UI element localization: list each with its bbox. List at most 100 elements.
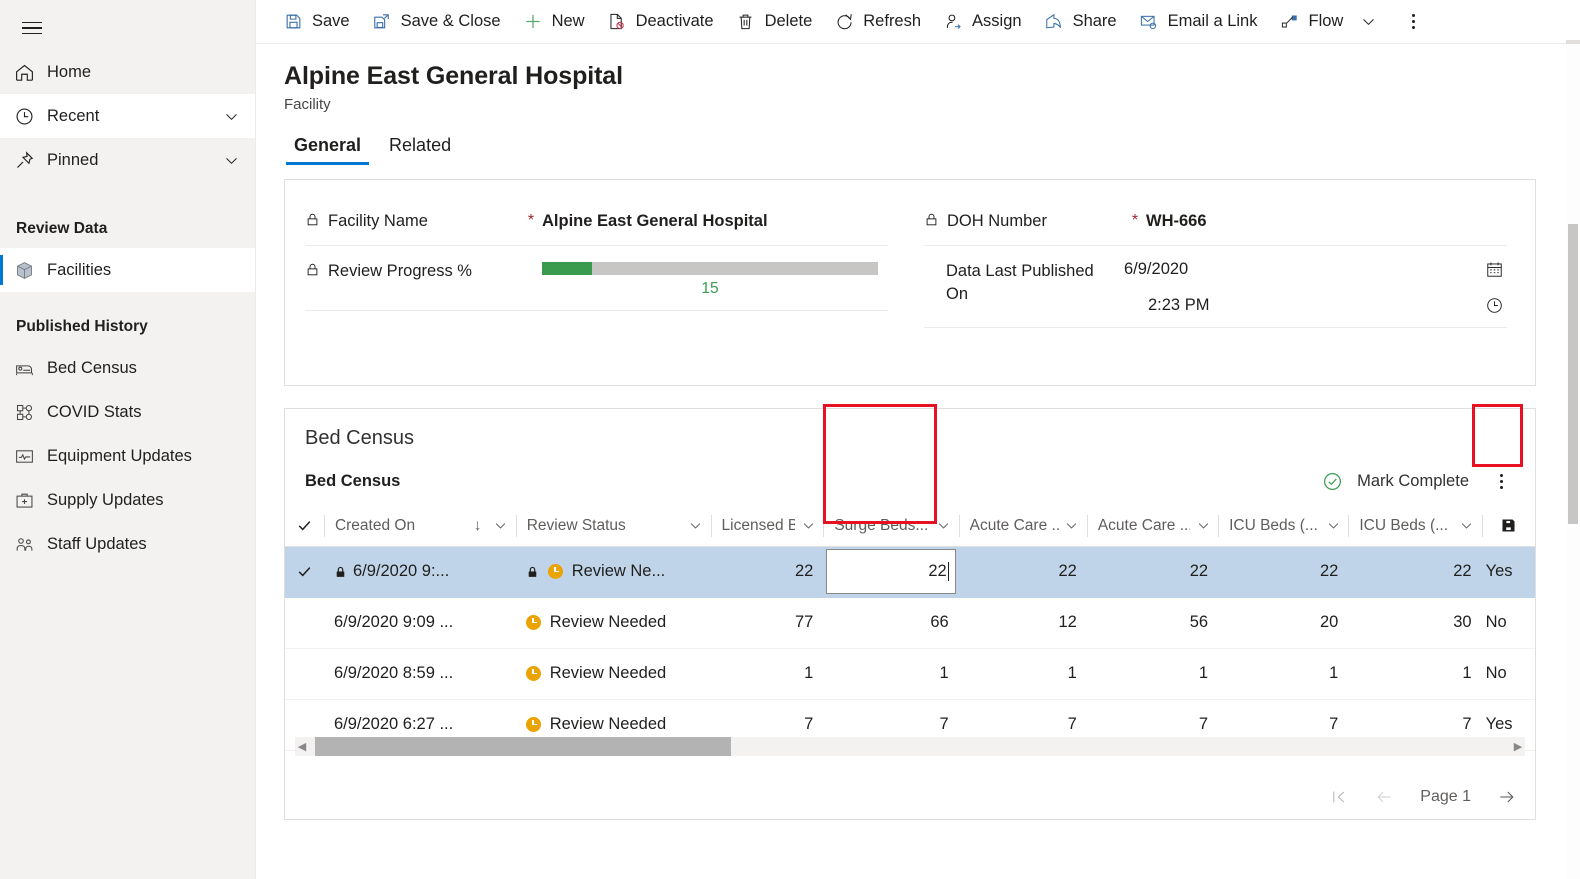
deactivate-button[interactable]: Deactivate [596, 2, 725, 42]
cell-icu-beds-1[interactable]: 1 [1218, 648, 1349, 700]
save-button[interactable]: Save [272, 2, 361, 42]
sidebar-item-covid-stats[interactable]: COVID Stats [0, 390, 255, 434]
cell-icu-beds-2[interactable]: 1 [1348, 648, 1482, 700]
cell-surge-beds-editing[interactable]: 22 [823, 546, 959, 598]
cell-licensed-beds[interactable]: 77 [710, 597, 824, 649]
column-header-review-status[interactable]: Review Status [515, 506, 711, 547]
row-select-check[interactable] [285, 648, 324, 700]
published-date-row: 6/9/2020 [1124, 260, 1507, 279]
horizontal-scroll-track[interactable] [309, 737, 1511, 756]
save-floppy-icon[interactable] [1481, 514, 1535, 537]
calendar-icon[interactable] [1481, 260, 1507, 279]
cell-surge-beds[interactable]: 1 [823, 648, 959, 700]
column-header-save-cell[interactable] [1481, 506, 1535, 547]
horizontal-scrollbar[interactable]: ◀ ▶ [295, 737, 1525, 756]
cell-review-status[interactable]: Review Needed [515, 648, 711, 700]
cell-created-on[interactable]: 6/9/2020 9:09 ... [323, 597, 516, 649]
column-header-icu-beds-1[interactable]: ICU Beds (... [1218, 506, 1349, 547]
doh-number-value[interactable]: WH-666 [1146, 210, 1507, 232]
clock-icon[interactable] [1481, 296, 1507, 315]
cell-licensed-beds[interactable]: 1 [710, 648, 824, 700]
mark-complete-button[interactable]: Mark Complete [1322, 471, 1469, 492]
chevron-down-icon[interactable] [1063, 518, 1081, 533]
sidebar-item-bed-census[interactable]: Bed Census [0, 346, 255, 390]
tab-related[interactable]: Related [379, 131, 461, 165]
row-select-check-icon[interactable] [285, 546, 324, 598]
chevron-down-icon[interactable] [492, 518, 510, 533]
chevron-down-icon[interactable] [935, 518, 953, 533]
cell-acute-care-2[interactable]: 22 [1086, 546, 1219, 598]
cell-acute-care-1[interactable]: 12 [958, 597, 1087, 649]
table-row[interactable]: 6/9/2020 9:... Review Ne... 22 22 22 22 … [285, 546, 1535, 598]
horizontal-scroll-thumb[interactable] [315, 737, 731, 756]
cell-acute-care-2[interactable]: 1 [1086, 648, 1219, 700]
cell-acute-care-2[interactable]: 56 [1086, 597, 1219, 649]
column-header-icu-beds-2[interactable]: ICU Beds (... [1348, 506, 1482, 547]
column-header-surge-beds[interactable]: Surge Beds... [823, 506, 959, 547]
page-prev-icon[interactable] [1374, 787, 1394, 807]
chevron-down-icon[interactable] [1194, 518, 1212, 533]
column-header-licensed-beds[interactable]: Licensed B... [710, 506, 824, 547]
delete-button[interactable]: Delete [725, 2, 824, 42]
sidebar-item-facilities[interactable]: Facilities [0, 248, 255, 292]
sidebar-item-supply-updates[interactable]: Supply Updates [0, 478, 255, 522]
page-first-icon[interactable] [1328, 787, 1348, 807]
page-next-icon[interactable] [1497, 787, 1517, 807]
hamburger-icon[interactable] [8, 6, 56, 50]
cell-review-status[interactable]: Review Ne... [515, 546, 711, 598]
surge-beds-input[interactable]: 22 [826, 549, 956, 594]
chevron-down-icon[interactable] [687, 518, 705, 533]
chevron-down-icon[interactable] [799, 518, 817, 533]
vertical-scrollbar[interactable] [1566, 44, 1580, 879]
cell-icu-beds-2[interactable]: 22 [1348, 546, 1482, 598]
assign-button[interactable]: Assign [932, 2, 1033, 42]
chevron-down-icon[interactable] [1458, 518, 1476, 533]
sidebar-item-equipment-updates[interactable]: Equipment Updates [0, 434, 255, 478]
cell-icu-beds-1[interactable]: 20 [1218, 597, 1349, 649]
column-header-acute-care-2[interactable]: Acute Care ... [1086, 506, 1219, 547]
column-header-created-on[interactable]: Created On ↓ [323, 506, 516, 547]
overflow-more-icon[interactable] [1397, 2, 1429, 42]
command-bar: Save Save & Close New Deactivate Delete … [256, 0, 1580, 44]
cell-trailing-flag[interactable]: No [1481, 648, 1535, 700]
table-row[interactable]: 6/9/2020 9:09 ... Review Needed 77 66 12… [285, 597, 1535, 649]
published-time-value[interactable]: 2:23 PM [1124, 296, 1209, 315]
cell-surge-beds[interactable]: 66 [823, 597, 959, 649]
tab-general[interactable]: General [284, 131, 371, 165]
table-row[interactable]: 6/9/2020 8:59 ... Review Needed 1 1 1 1 [285, 648, 1535, 700]
select-all-check-icon[interactable] [285, 515, 324, 537]
scroll-right-arrow-icon[interactable]: ▶ [1511, 740, 1525, 753]
cell-licensed-beds[interactable]: 22 [710, 546, 824, 598]
cell-acute-care-1[interactable]: 1 [958, 648, 1087, 700]
cell-created-on[interactable]: 6/9/2020 8:59 ... [323, 648, 516, 700]
row-select-check[interactable] [285, 597, 324, 649]
share-button[interactable]: Share [1033, 2, 1128, 42]
vertical-scroll-thumb[interactable] [1568, 224, 1578, 524]
column-header-acute-care-1[interactable]: Acute Care ... [958, 506, 1087, 547]
chevron-down-icon[interactable] [1324, 518, 1342, 533]
flow-chevron-down-icon[interactable] [1354, 13, 1383, 30]
chevron-down-icon[interactable] [219, 108, 243, 125]
facility-name-value[interactable]: Alpine East General Hospital [542, 210, 888, 232]
cell-icu-beds-1[interactable]: 22 [1218, 546, 1349, 598]
cell-icu-beds-2[interactable]: 30 [1348, 597, 1482, 649]
subgrid-more-icon[interactable] [1487, 473, 1515, 489]
cell-trailing-flag[interactable]: No [1481, 597, 1535, 649]
scroll-left-arrow-icon[interactable]: ◀ [295, 740, 309, 753]
refresh-button[interactable]: Refresh [823, 2, 932, 42]
chevron-down-icon[interactable] [219, 152, 243, 169]
sidebar-item-home[interactable]: Home [0, 50, 255, 94]
save-and-close-button[interactable]: Save & Close [361, 2, 512, 42]
sidebar-item-staff-updates[interactable]: Staff Updates [0, 522, 255, 566]
sidebar-item-pinned[interactable]: Pinned [0, 138, 255, 182]
column-header-select-all[interactable] [285, 506, 324, 547]
cell-acute-care-1[interactable]: 22 [958, 546, 1087, 598]
published-date-value[interactable]: 6/9/2020 [1124, 260, 1188, 279]
sidebar-item-recent[interactable]: Recent [0, 94, 255, 138]
cell-trailing-flag[interactable]: Yes [1481, 546, 1535, 598]
new-button[interactable]: New [512, 2, 596, 42]
cell-created-on[interactable]: 6/9/2020 9:... [323, 546, 516, 598]
cell-review-status[interactable]: Review Needed [515, 597, 711, 649]
email-a-link-button[interactable]: Email a Link [1128, 2, 1269, 42]
flow-button[interactable]: Flow [1268, 2, 1354, 42]
